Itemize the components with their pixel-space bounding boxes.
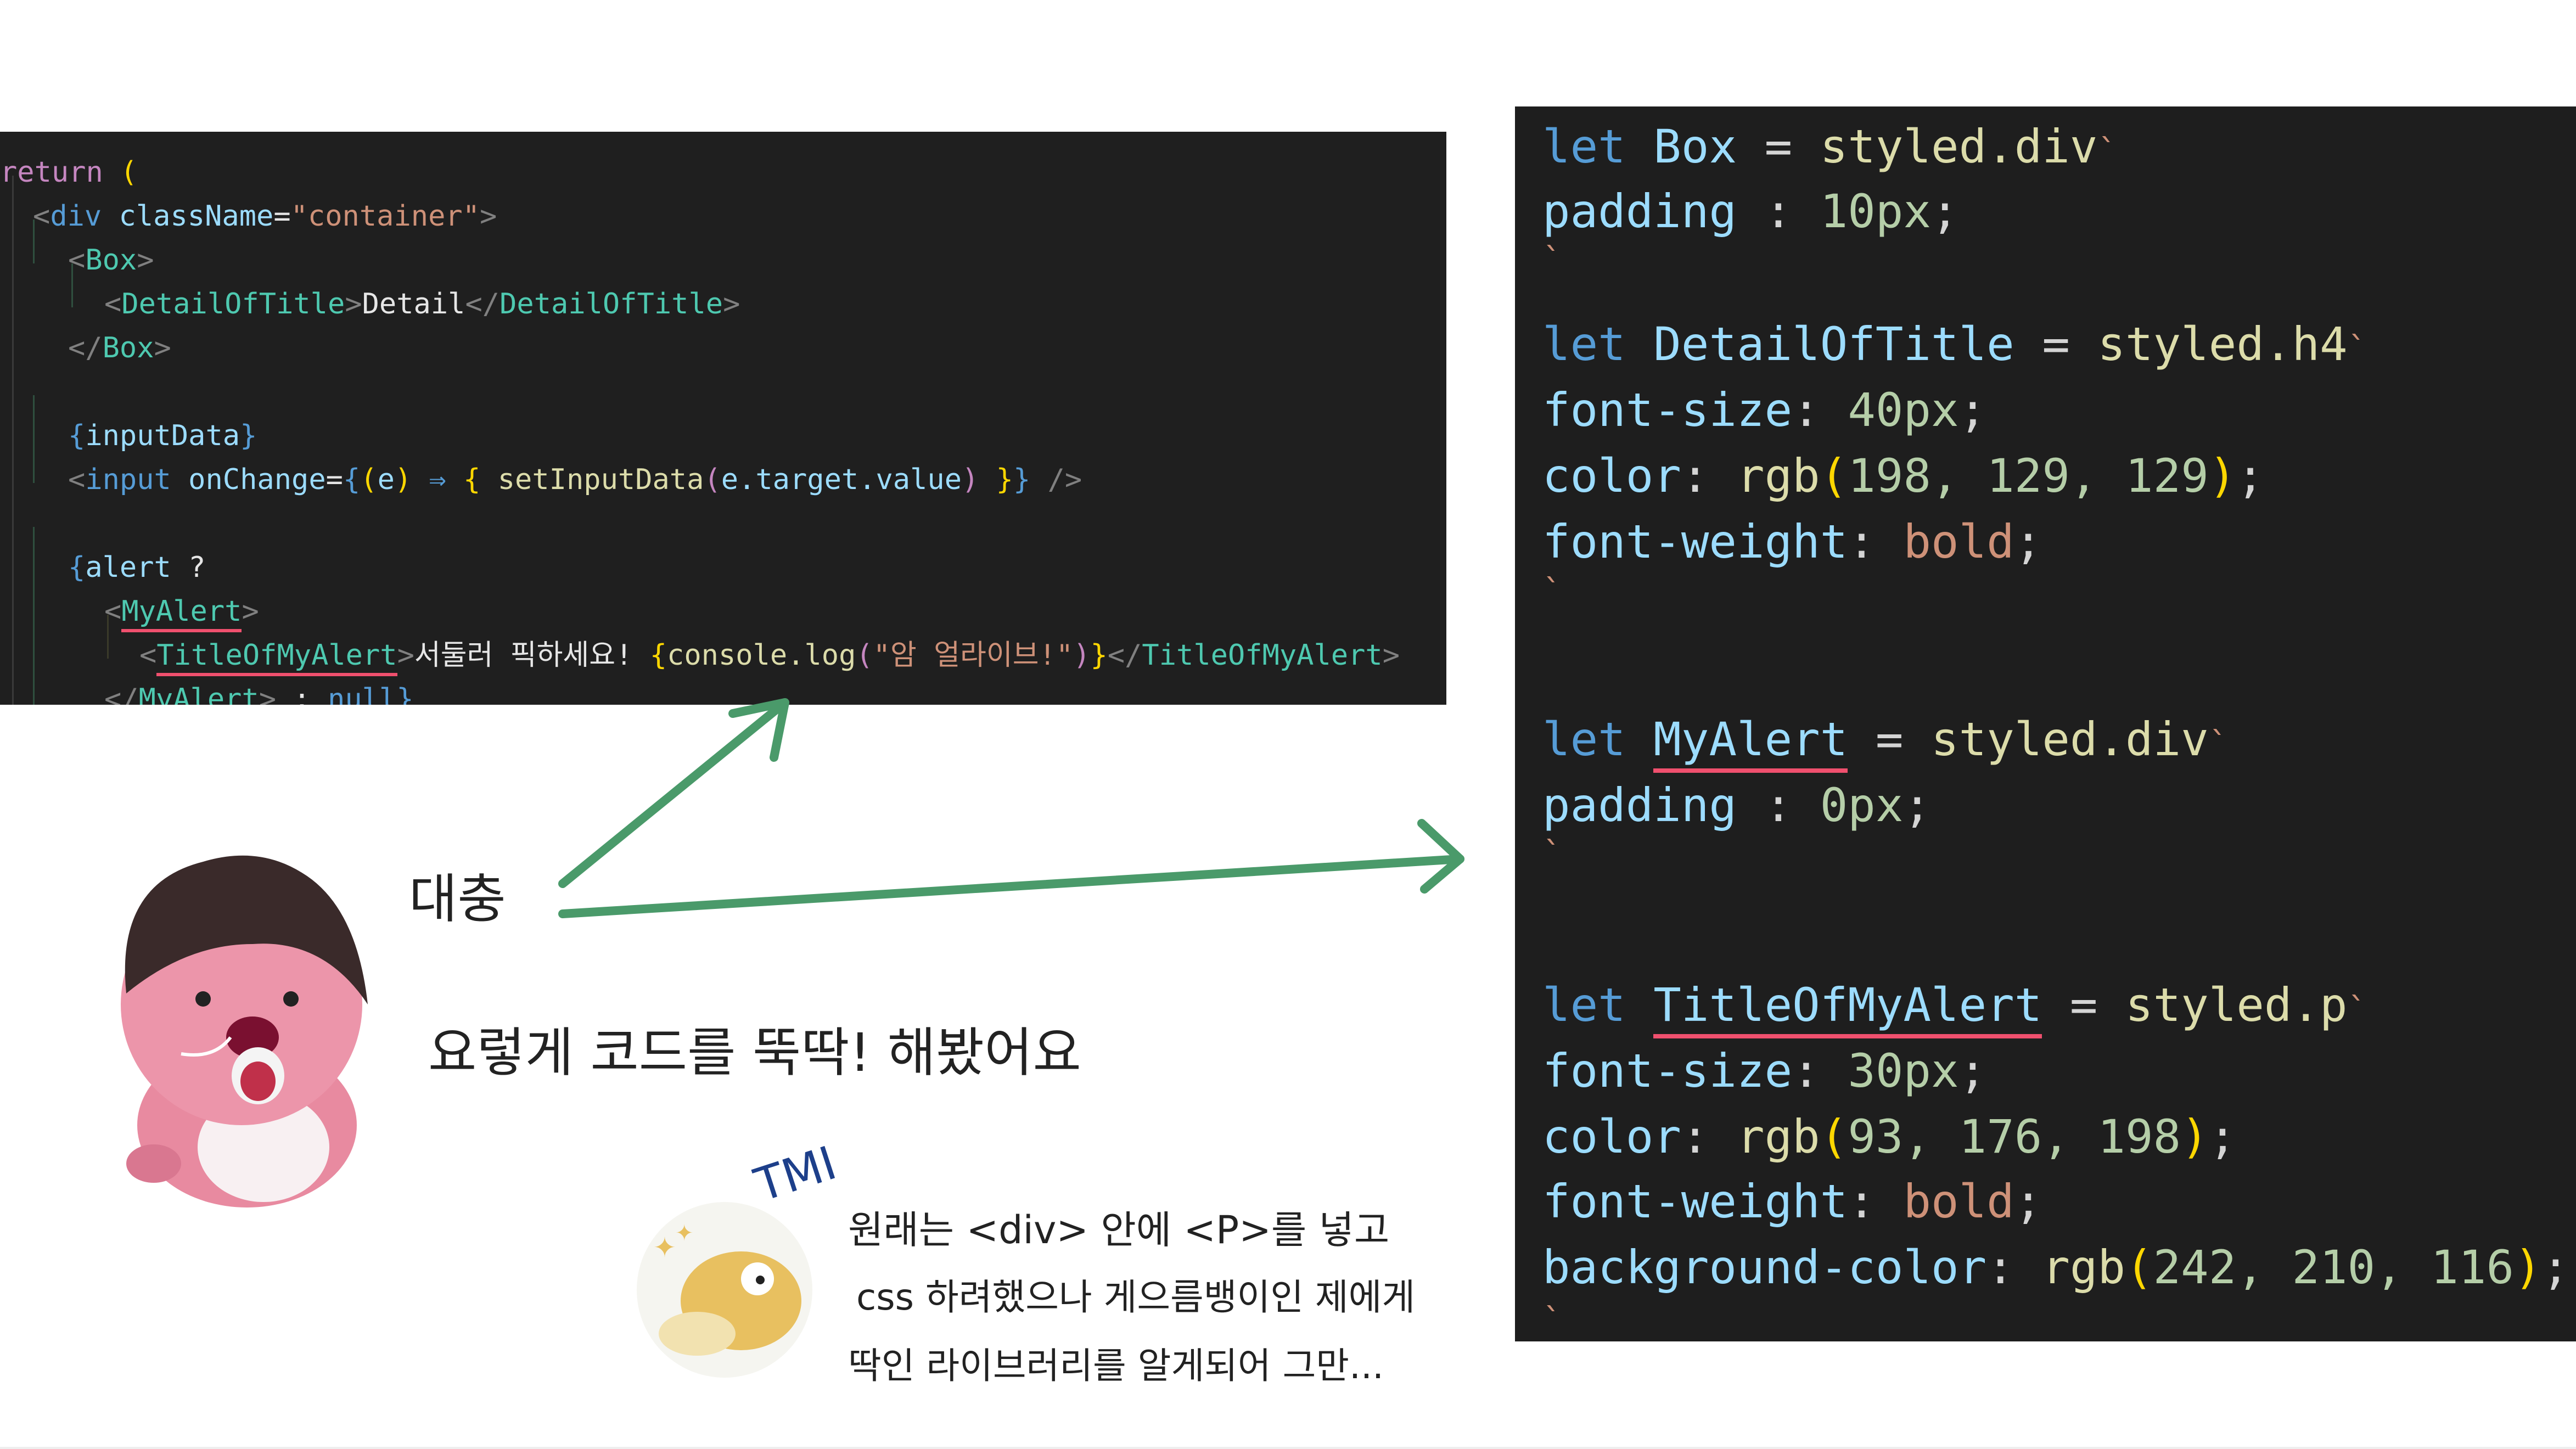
tmi-line-3: 딱인 라이브러리를 알게되어 그만... xyxy=(848,1345,1384,1387)
svg-text:✦: ✦ xyxy=(675,1221,694,1246)
arrow-to-jsx xyxy=(558,698,789,888)
arrow-to-css xyxy=(558,855,1464,918)
duck-character-icon: ✦ ✦ xyxy=(637,1202,812,1378)
bottom-divider xyxy=(0,1447,2576,1449)
label-short: 대충 xyxy=(409,868,506,930)
tmi-line-1: 원래는 <div> 안에 <P>를 넣고 xyxy=(848,1208,1390,1253)
tmi-line-2: css 하려했으나 게으름뱅이인 제에게 xyxy=(856,1276,1416,1318)
caption: 요렇게 코드를 뚝딱! 해봤어요 xyxy=(428,1022,1081,1083)
beaver-character-icon xyxy=(121,855,368,1208)
svg-text:✦: ✦ xyxy=(653,1232,676,1263)
